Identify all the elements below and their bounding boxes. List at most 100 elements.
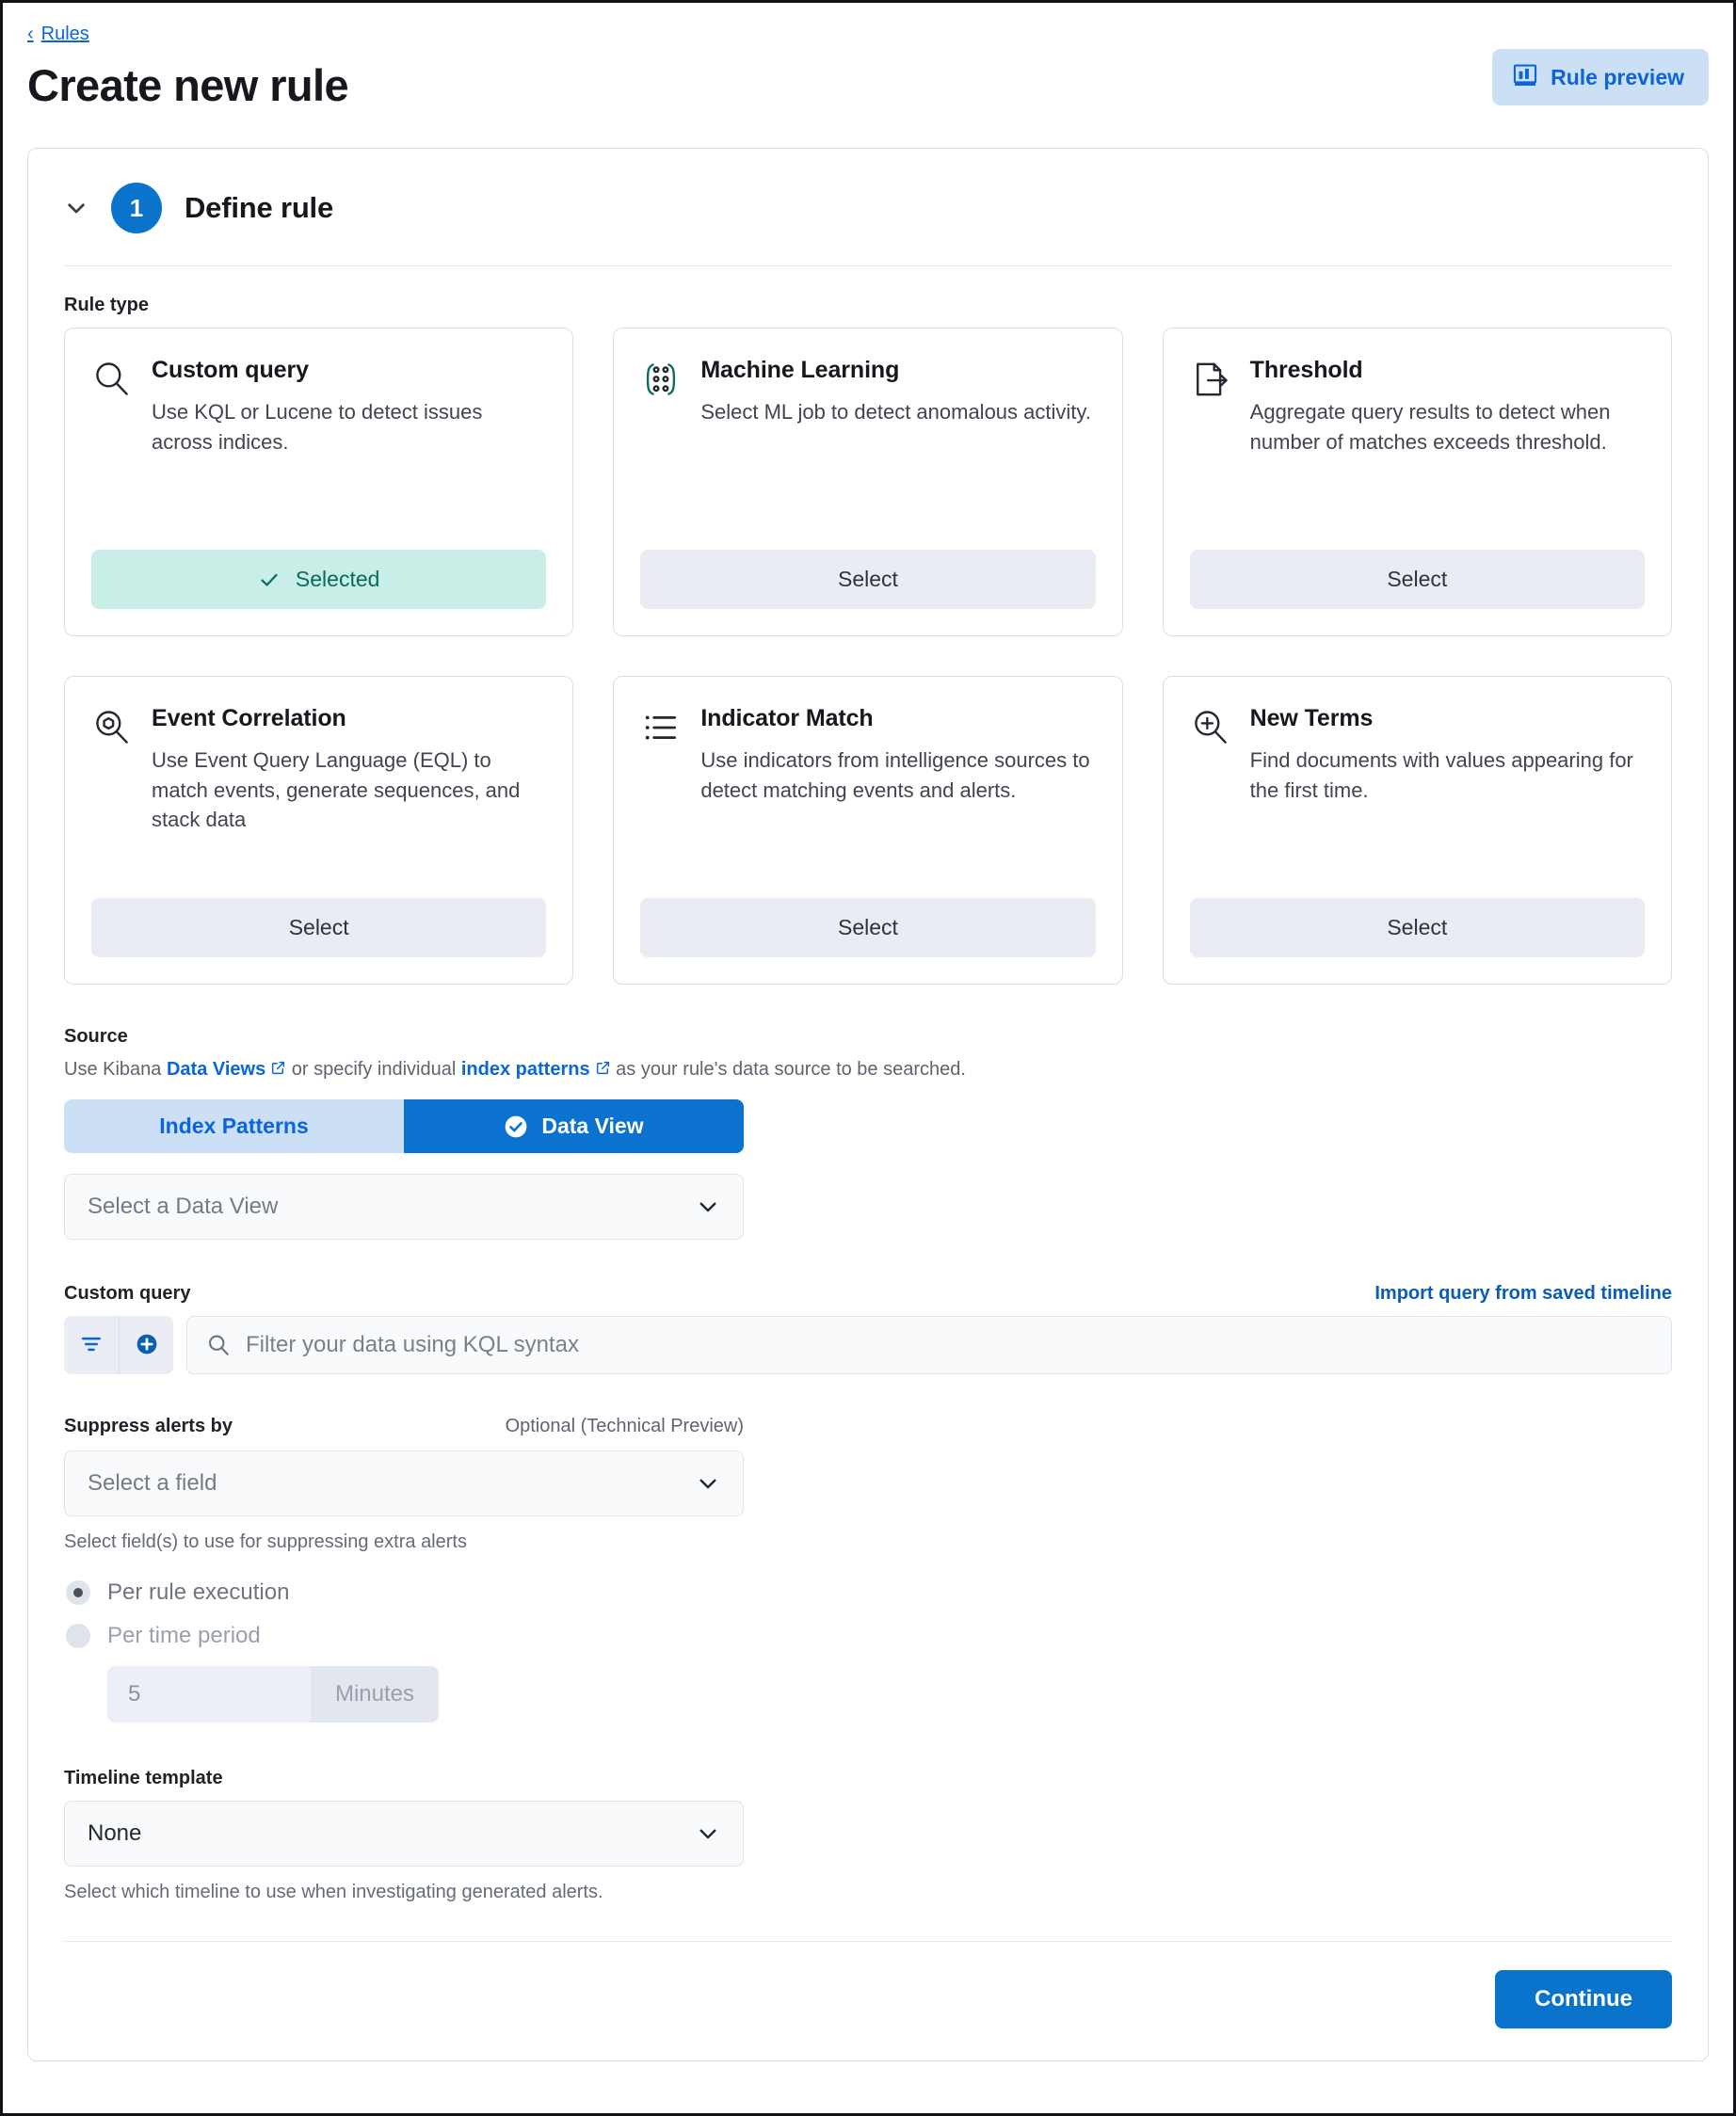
timeline-template-label: Timeline template [64,1768,223,1789]
suppress-period-unit-select[interactable]: Minutes [310,1666,439,1723]
source-desc-part3: as your rule's data source to be searche… [610,1059,966,1081]
rule-card-title: Custom query [152,357,309,384]
rule-card-desc: Find documents with values appearing for… [1249,748,1633,802]
suppress-field-select[interactable]: Select a field [64,1451,744,1517]
check-icon [258,569,281,591]
radio-per-time-period-label: Per time period [107,1623,261,1649]
external-link-icon [595,1060,611,1076]
list-icon [640,707,682,748]
step-header[interactable]: 1 Define rule [28,149,1708,234]
rule-card-title: New Terms [1249,705,1374,732]
continue-button[interactable]: Continue [1495,1970,1672,2029]
plus-circle-icon [135,1332,159,1359]
bar-chart-icon [1513,62,1537,92]
rule-preview-button[interactable]: Rule preview [1492,49,1709,105]
kql-query-placeholder: Filter your data using KQL syntax [246,1332,579,1358]
suppress-duration-radios: Per rule execution Per time period 5 Min… [64,1579,1672,1723]
timeline-template-help: Select which timeline to use when invest… [64,1882,603,1903]
data-view-select[interactable]: Select a Data View [64,1174,744,1241]
check-circle-icon [504,1114,528,1139]
suppress-period-inputs: 5 Minutes [107,1666,439,1723]
toggle-data-view[interactable]: Data View [404,1099,744,1154]
rule-card-select-button[interactable]: Select [1189,898,1645,958]
source-label: Source [64,1026,128,1048]
step-number-badge: 1 [111,183,162,234]
toggle-index-patterns[interactable]: Index Patterns [64,1099,404,1154]
rule-card-button-label: Select [1387,567,1448,592]
filter-icon-button[interactable] [64,1316,119,1375]
page-header: Create new rule Rule preview [27,49,1709,110]
index-patterns-link[interactable]: index patterns [461,1059,590,1080]
chevron-down-icon [696,1821,720,1846]
rule-card-new-terms[interactable]: New Terms Find documents with values app… [1162,676,1672,986]
rule-card-indicator-match[interactable]: Indicator Match Use indicators from inte… [613,676,1123,986]
source-desc-part1: Use Kibana [64,1059,167,1081]
chevron-down-icon[interactable] [64,196,88,220]
chevron-down-icon [696,1194,720,1219]
rule-card-event-correlation[interactable]: Event Correlation Use Event Query Langua… [64,676,574,986]
rule-card-desc: Use indicators from intelligence sources… [700,748,1090,802]
rule-card-title: Event Correlation [152,705,346,732]
query-bar-row: Filter your data using KQL syntax [64,1316,1672,1375]
rule-card-select-button[interactable]: Select [91,898,547,958]
rule-card-desc: Aggregate query results to detect when n… [1249,400,1611,454]
rule-card-custom-query[interactable]: Custom query Use KQL or Lucene to detect… [64,328,574,637]
source-type-toggle: Index Patterns Data View [64,1099,744,1154]
filter-icon [79,1332,104,1359]
rule-card-title: Threshold [1249,357,1363,384]
radio-per-rule-execution-label: Per rule execution [107,1579,290,1606]
timeline-template-section: Timeline template None Select which time… [64,1768,1672,1903]
suppress-optional-text: Optional (Technical Preview) [505,1416,744,1437]
rule-card-select-button[interactable]: Selected [91,550,547,610]
rule-card-select-button[interactable]: Select [640,898,1096,958]
suppress-period-value-input[interactable]: 5 [107,1666,311,1723]
rule-card-desc: Use Event Query Language (EQL) to match … [152,748,521,831]
radio-per-time-period[interactable]: Per time period [66,1623,1672,1649]
rule-card-button-label: Select [838,915,898,940]
app-window: ‹ Rules Create new rule Rule preview 1 D… [0,0,1736,2116]
suppress-alerts-header: Suppress alerts by Optional (Technical P… [64,1416,744,1437]
custom-query-header: Custom query Import query from saved tim… [64,1283,1672,1305]
rule-card-button-label: Select [288,915,349,940]
data-views-link[interactable]: Data Views [167,1059,265,1080]
page-title: Create new rule [27,60,349,110]
breadcrumb-rules[interactable]: ‹ Rules [27,24,89,45]
source-section: Source Use Kibana Data Views or specify … [64,1026,1672,1241]
timeline-template-select[interactable]: None [64,1801,744,1868]
kql-query-input[interactable]: Filter your data using KQL syntax [186,1316,1672,1375]
rule-card-button-label: Selected [295,567,380,592]
rule-card-title: Indicator Match [700,705,874,732]
radio-icon-selected[interactable] [66,1580,90,1606]
source-description: Use Kibana Data Views or specify individ… [64,1059,1672,1081]
chevron-down-icon [696,1471,720,1496]
rule-type-label: Rule type [64,295,150,316]
rule-card-select-button[interactable]: Select [1189,550,1645,610]
import-query-link[interactable]: Import query from saved timeline [1374,1283,1672,1305]
radio-per-rule-execution[interactable]: Per rule execution [66,1579,1672,1606]
rule-card-desc: Use KQL or Lucene to detect issues acros… [152,400,483,454]
document-arrow-icon [1190,359,1231,400]
rule-card-select-button[interactable]: Select [640,550,1096,610]
rule-card-desc: Select ML job to detect anomalous activi… [700,400,1091,425]
rule-card-button-label: Select [838,567,898,592]
toggle-data-view-label: Data View [541,1114,644,1139]
sequence-magnifier-icon [91,707,133,748]
rule-card-button-label: Select [1387,915,1448,940]
rule-card-threshold[interactable]: Threshold Aggregate query results to det… [1162,328,1672,637]
rule-card-title: Machine Learning [700,357,900,384]
suppress-alerts-label: Suppress alerts by [64,1416,233,1437]
panel-footer: Continue [28,1942,1708,2029]
magnifier-icon [91,359,133,400]
filter-buttons-group [64,1316,173,1375]
rule-type-grid: Custom query Use KQL or Lucene to detect… [64,328,1672,986]
toggle-index-patterns-label: Index Patterns [159,1114,309,1139]
add-filter-button[interactable] [119,1316,173,1375]
external-link-icon [270,1060,286,1076]
custom-query-label: Custom query [64,1283,191,1305]
breadcrumb-label: Rules [40,24,89,44]
radio-icon-unselected[interactable] [66,1624,90,1649]
define-rule-panel: 1 Define rule Rule type Custom query Use… [27,148,1709,2062]
chevron-left-icon: ‹ [27,23,34,44]
rule-card-machine-learning[interactable]: Machine Learning Select ML job to detect… [613,328,1123,637]
magnifier-plus-icon [1190,707,1231,748]
